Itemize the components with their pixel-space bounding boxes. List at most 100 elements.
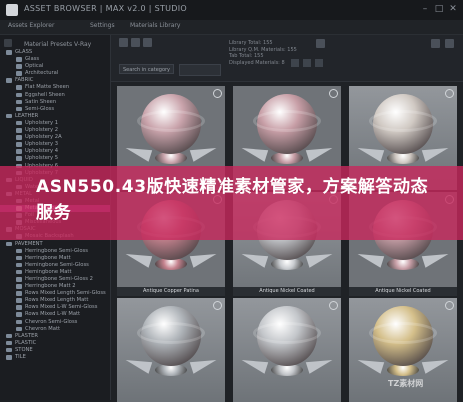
minimize-icon[interactable]: – [420, 4, 430, 14]
sidebar-item-label: Upholstery 4 [25, 148, 59, 155]
sidebar-item-label: Upholstery 3 [25, 141, 59, 148]
sort-select[interactable] [179, 64, 221, 76]
sphere-band [369, 110, 437, 132]
sidebar-item-label: LEATHER [15, 112, 39, 119]
folder-icon [16, 298, 22, 303]
spike-shape [421, 354, 451, 374]
folder-icon [16, 326, 22, 332]
sidebar-item[interactable]: Upholstery 5 [0, 155, 110, 162]
sidebar-item[interactable]: Herringbone Semi-Gloss [0, 248, 110, 255]
large-thumb-icon[interactable] [303, 59, 311, 67]
sidebar-item[interactable]: GLASS [0, 49, 110, 56]
select-check-icon[interactable] [213, 301, 222, 310]
sidebar-item[interactable]: STONE [0, 347, 110, 354]
folder-icon [6, 340, 12, 346]
sidebar-item[interactable]: PLASTER [0, 333, 110, 340]
sidebar-item[interactable]: Optical [0, 63, 110, 70]
sidebar-item-label: PLASTER [15, 332, 39, 339]
sidebar-item[interactable]: Eggshell Sheen [0, 92, 110, 99]
sidebar-item-label: Rows Mixed Length Semi-Gloss [25, 290, 106, 297]
back-icon[interactable] [119, 38, 128, 47]
spike-shape [239, 248, 269, 268]
help-icon[interactable] [445, 39, 454, 48]
folder-icon [16, 149, 22, 154]
material-thumbnail[interactable] [233, 298, 341, 402]
sidebar-item[interactable]: Upholstery 1 [0, 120, 110, 127]
spike-shape [355, 354, 385, 374]
sidebar-item-label: Herringbone Semi-Gloss [25, 247, 88, 254]
sidebar-item[interactable]: Rows Mixed Length Matt [0, 297, 110, 304]
sidebar-item[interactable]: Satin Sheen [0, 99, 110, 106]
select-check-icon[interactable] [329, 89, 338, 98]
folder-icon[interactable] [4, 39, 12, 47]
view-icon[interactable] [131, 38, 140, 47]
sidebar-item[interactable]: Flat Matte Sheen [0, 84, 110, 91]
sidebar-item[interactable]: Architectural [0, 70, 110, 77]
sidebar-item-label: Flat Matte Sheen [25, 84, 70, 91]
watermark: TZ素材网 [388, 379, 424, 388]
sidebar-item[interactable]: PLASTIC [0, 340, 110, 347]
sidebar-item[interactable]: Herringbone Matt 2 [0, 283, 110, 290]
folder-icon [16, 85, 22, 90]
sidebar-item[interactable]: Herringbone Semi-Gloss 2 [0, 276, 110, 283]
folder-icon [16, 71, 22, 76]
select-check-icon[interactable] [445, 301, 454, 310]
sidebar-item-label: Chevron Matt [25, 325, 61, 332]
folder-icon [16, 284, 22, 289]
sidebar-item[interactable]: Herringbone Matt [0, 255, 110, 262]
sidebar-item[interactable]: Glass [0, 56, 110, 63]
maximize-icon[interactable]: □ [434, 4, 444, 14]
sidebar-item[interactable]: FABRIC [0, 77, 110, 84]
sidebar-item[interactable]: Upholstery 2A [0, 134, 110, 141]
sidebar-item[interactable]: Upholstery 2 [0, 127, 110, 134]
folder-icon [16, 262, 22, 268]
menu-item-materials[interactable]: Materials Library [130, 22, 180, 29]
sidebar-item[interactable]: Upholstery 3 [0, 141, 110, 148]
sidebar-item[interactable]: Hemingbone Semi-Gloss [0, 262, 110, 269]
sidebar-item[interactable]: PAVEMENT [0, 241, 110, 248]
menu-item-settings[interactable]: Settings [90, 22, 115, 29]
menu-bar: Assets Explorer Settings Materials Libra… [0, 20, 463, 35]
small-thumb-icon[interactable] [291, 59, 299, 67]
select-check-icon[interactable] [213, 89, 222, 98]
sidebar-item-label: Upholstery 2A [25, 134, 62, 141]
sidebar-item-label: Upholstery 5 [25, 155, 59, 162]
folder-icon [16, 312, 22, 317]
select-check-icon[interactable] [445, 89, 454, 98]
sidebar-item-label: Optical [25, 63, 44, 70]
select-check-icon[interactable] [329, 301, 338, 310]
sidebar-item[interactable]: TILE [0, 354, 110, 361]
sidebar-item[interactable]: Rows Mixed Length Semi-Gloss [0, 290, 110, 297]
menu-item-assets[interactable]: Assets Explorer [8, 22, 54, 29]
sidebar-item-label: Rows Mixed L-W Matt [25, 311, 81, 318]
sidebar-item[interactable]: Semi-Gloss [0, 106, 110, 113]
sidebar-header[interactable]: Material Presets V-Ray [24, 41, 91, 48]
sidebar-toolbar: Material Presets V-Ray [4, 39, 108, 49]
close-icon[interactable]: ✕ [448, 4, 458, 14]
sidebar-item[interactable]: Chevron Matt [0, 326, 110, 333]
settings-icon[interactable] [431, 39, 440, 48]
material-thumbnail[interactable] [117, 298, 225, 402]
sidebar-item-label: Chevron Semi-Gloss [25, 318, 78, 325]
spike-shape [305, 354, 335, 374]
folder-icon [16, 305, 22, 310]
sphere-band [253, 110, 321, 132]
category-search-input[interactable]: Search in category [119, 64, 174, 74]
sidebar-item-label: Hemingbone Semi-Gloss [25, 261, 89, 268]
sidebar-item[interactable]: Chevron Semi-Gloss [0, 319, 110, 326]
sidebar-item[interactable]: Rows Mixed L-W Matt [0, 311, 110, 318]
sidebar-item[interactable]: Rows Mixed L-W Semi-Gloss [0, 304, 110, 311]
list-icon[interactable] [315, 59, 323, 67]
folder-icon [6, 50, 12, 55]
folder-icon [16, 255, 22, 261]
filter-icon[interactable] [143, 38, 152, 47]
sidebar-item[interactable]: LEATHER [0, 113, 110, 120]
sidebar-item[interactable]: Hemingbone Matt [0, 269, 110, 276]
sidebar-item-label: Herringbone Semi-Gloss 2 [25, 276, 93, 282]
spike-shape [305, 248, 335, 268]
sphere-band [369, 322, 437, 344]
sidebar-item[interactable]: Upholstery 4 [0, 148, 110, 155]
spike-shape [239, 354, 269, 374]
sidebar-item-label: FABRIC [15, 77, 34, 84]
refresh-icon[interactable] [316, 39, 325, 48]
